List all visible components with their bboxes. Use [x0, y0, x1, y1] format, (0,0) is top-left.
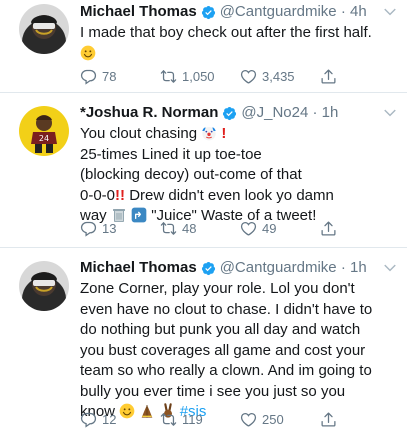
- like-button[interactable]: 3,435: [240, 68, 320, 85]
- retweet-icon: [160, 68, 177, 85]
- like-button[interactable]: 250: [240, 411, 320, 428]
- timestamp[interactable]: · 1h: [337, 258, 367, 278]
- verified-badge-icon: [222, 106, 237, 121]
- tweet-header: Michael Thomas @Cantguardmike · 1h: [80, 258, 397, 278]
- retweet-icon: [160, 220, 177, 237]
- heart-icon: [240, 220, 257, 237]
- avatar[interactable]: [19, 4, 69, 54]
- share-icon: [320, 411, 337, 428]
- tweet[interactable]: *Joshua R. Norman @J_No24 · 1h You clout…: [0, 93, 407, 248]
- tweet-line: You clout chasing: [80, 125, 198, 142]
- tweet-line: team so who really a clown. And im going…: [80, 362, 372, 379]
- avatar[interactable]: [19, 261, 69, 311]
- chevron-down-icon[interactable]: [383, 7, 397, 17]
- handle[interactable]: @Cantguardmike: [220, 258, 337, 278]
- share-icon: [320, 220, 337, 237]
- retweet-count: 48: [182, 221, 197, 236]
- tweet-line: you bust coverages all game and cost you…: [80, 341, 366, 359]
- retweet-icon: [160, 411, 177, 428]
- reply-button[interactable]: 12: [80, 411, 160, 428]
- verified-badge-icon: [201, 261, 216, 276]
- reply-count: 12: [102, 412, 117, 427]
- tweet-text: I made that boy check out after the firs…: [80, 23, 397, 64]
- tweet[interactable]: Michael Thomas @Cantguardmike · 4h I mad…: [0, 0, 407, 93]
- tweet[interactable]: Michael Thomas @Cantguardmike · 1h Zone …: [0, 248, 407, 440]
- reply-count: 13: [102, 221, 117, 236]
- reply-button[interactable]: 78: [80, 68, 160, 85]
- display-name[interactable]: Michael Thomas: [80, 258, 197, 278]
- like-button[interactable]: 49: [240, 220, 320, 237]
- share-button[interactable]: [320, 220, 342, 237]
- retweet-button[interactable]: 48: [160, 220, 240, 237]
- smiley-emoji-icon: [80, 45, 96, 61]
- share-button[interactable]: [320, 411, 342, 428]
- tweet-text: You clout chasing ! 25-times Lined it up…: [80, 124, 397, 227]
- share-button[interactable]: [320, 68, 342, 85]
- tweet-line: 25-times Lined it up toe-toe: [80, 145, 262, 163]
- tweet-actions: 13 48 49: [80, 220, 377, 237]
- tweet-line: bully you ever time i see you just so yo…: [80, 382, 346, 400]
- tweet-actions: 78 1,050 3,435: [80, 68, 377, 85]
- handle[interactable]: @J_No24: [241, 103, 308, 123]
- tweet-actions: 12 119 250: [80, 411, 377, 428]
- tweet-line: even have no clout to chase. I didn't ha…: [80, 300, 373, 318]
- display-name[interactable]: Michael Thomas: [80, 2, 197, 22]
- heart-icon: [240, 68, 257, 85]
- heart-icon: [240, 411, 257, 428]
- chevron-down-icon[interactable]: [383, 263, 397, 273]
- retweet-button[interactable]: 1,050: [160, 68, 240, 85]
- like-count: 250: [262, 412, 284, 427]
- like-count: 3,435: [262, 69, 295, 84]
- retweet-count: 1,050: [182, 69, 215, 84]
- tweet-line: Drew didn't even look yo damn: [129, 186, 334, 204]
- double-exclamation-emoji-icon: !!: [115, 186, 126, 204]
- reply-icon: [80, 411, 97, 428]
- retweet-count: 119: [182, 412, 203, 427]
- tweet-header: *Joshua R. Norman @J_No24 · 1h: [80, 103, 397, 123]
- display-name[interactable]: *Joshua R. Norman: [80, 103, 218, 123]
- reply-icon: [80, 68, 97, 85]
- timestamp[interactable]: · 4h: [337, 2, 367, 22]
- chevron-down-icon[interactable]: [383, 108, 397, 118]
- tweet-line: I made that boy check out after the firs…: [80, 24, 372, 41]
- tweet-header: Michael Thomas @Cantguardmike · 4h: [80, 2, 397, 22]
- like-count: 49: [262, 221, 277, 236]
- tweet-text: Zone Corner, play your role. Lol you don…: [80, 279, 397, 423]
- tweet-line: 0-0-0: [80, 186, 116, 204]
- tweet-line: do nothing but punk you all day and watc…: [80, 321, 361, 338]
- verified-badge-icon: [201, 5, 216, 20]
- handle[interactable]: @Cantguardmike: [220, 2, 337, 22]
- reply-count: 78: [102, 69, 117, 84]
- timestamp[interactable]: · 1h: [308, 103, 338, 123]
- tweet-line: Zone Corner, play your role. Lol you don…: [80, 280, 355, 297]
- reply-button[interactable]: 13: [80, 220, 160, 237]
- share-icon: [320, 68, 337, 85]
- reply-icon: [80, 220, 97, 237]
- clown-emoji-icon: [201, 125, 217, 141]
- retweet-button[interactable]: 119: [160, 411, 240, 428]
- exclamation-emoji-icon: !: [221, 125, 227, 142]
- tweet-line: (blocking decoy) out-come of that: [80, 166, 302, 183]
- avatar[interactable]: [19, 106, 69, 156]
